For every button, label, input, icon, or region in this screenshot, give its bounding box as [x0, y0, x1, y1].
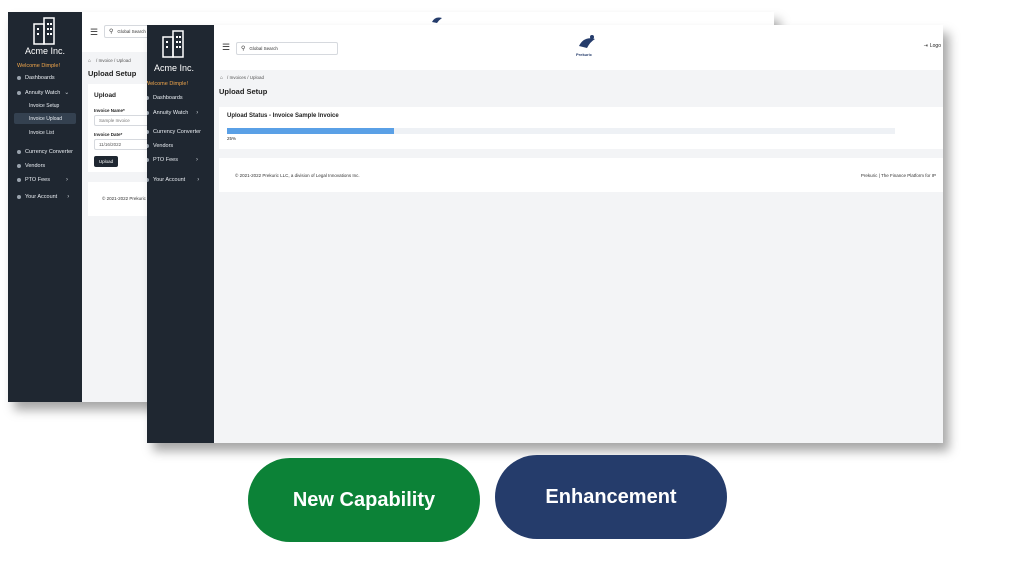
nav-invoice-setup[interactable]: Invoice Setup: [29, 103, 59, 109]
fees-icon: [147, 158, 149, 162]
footer-right-text: Prekuric | The Finance Platform for IP: [860, 173, 936, 178]
nav-dashboards[interactable]: Dashboards: [147, 95, 183, 101]
invoice-name-label: Invoice Name*: [94, 108, 125, 113]
search-input[interactable]: Global Search: [117, 29, 146, 34]
currency-icon: [147, 130, 149, 134]
building-logo-icon: [33, 17, 55, 45]
dashboard-icon: [17, 76, 21, 80]
breadcrumb: / Invoices / Upload: [227, 75, 265, 80]
home-icon: ⌂: [220, 75, 224, 81]
nav-dashboards[interactable]: Dashboards: [17, 75, 55, 81]
nav-pto-fees[interactable]: PTO Fees ›: [147, 157, 198, 163]
invoice-date-label: Invoice Date*: [94, 132, 123, 137]
new-capability-badge: New Capability: [248, 458, 480, 542]
front-window: Acme Inc. Welcome Dimple! Dashboards Ann…: [147, 25, 943, 443]
tag-icon: [17, 90, 21, 95]
account-icon: [147, 178, 149, 182]
chevron-right-icon: ›: [65, 177, 68, 183]
account-icon: [17, 195, 21, 199]
footer-text: © 2021-2022 Prekuric: [102, 196, 146, 201]
nav-annuity-watch[interactable]: Annuity Watch ›: [147, 110, 198, 116]
form-heading: Upload: [94, 92, 117, 99]
vendors-icon: [17, 164, 21, 168]
nav-annuity-watch[interactable]: Annuity Watch ⌄: [17, 89, 69, 96]
welcome-text: Welcome Dimple!: [17, 63, 60, 69]
sidebar: Acme Inc. Welcome Dimple! Dashboards Ann…: [147, 25, 214, 443]
nav-your-account[interactable]: Your Account ›: [17, 194, 69, 200]
prekuric-logo-icon: [432, 17, 442, 23]
search-input[interactable]: Global Search: [249, 46, 278, 51]
nav-your-account[interactable]: Your Account ›: [147, 177, 199, 183]
nav-invoice-upload[interactable]: Invoice Upload: [29, 116, 62, 122]
chevron-down-icon: ⌄: [64, 90, 70, 96]
vendors-icon: [147, 144, 149, 148]
menu-icon[interactable]: ☰: [222, 42, 230, 53]
currency-icon: [17, 150, 21, 154]
enhancement-badge: Enhancement: [495, 455, 727, 539]
nav-currency-converter[interactable]: Currency Converter: [147, 129, 201, 135]
footer-card: © 2021-2022 Prekuric LLC, a division of …: [219, 158, 943, 192]
menu-icon[interactable]: ☰: [90, 27, 98, 38]
home-icon: ⌂: [88, 58, 92, 64]
search-icon: ⚲: [109, 29, 114, 35]
footer-left-text: © 2021-2022 Prekuric LLC, a division of …: [235, 173, 360, 178]
upload-status-title: Upload Status - Invoice Sample Invoice: [227, 113, 339, 119]
page-title: Upload Setup: [88, 69, 137, 78]
nav-currency-converter[interactable]: Currency Converter: [17, 149, 73, 155]
upload-status-card: Upload Status - Invoice Sample Invoice 2…: [219, 107, 943, 149]
welcome-text: Welcome Dimple!: [147, 81, 188, 87]
logout-button[interactable]: ⇥ Logo: [924, 43, 941, 49]
fees-icon: [17, 178, 21, 182]
building-logo-icon: [162, 30, 184, 58]
logout-icon: ⇥: [923, 43, 928, 49]
upload-button[interactable]: Upload: [94, 156, 118, 167]
progress-label: 25%: [227, 136, 237, 141]
logo-text: Prekuric: [576, 52, 593, 57]
sidebar: Acme Inc. Welcome Dimple! Dashboards Ann…: [8, 12, 82, 402]
breadcrumb: / Invoice / Upload: [96, 58, 131, 63]
top-bar: ☰ ⚲ Global Search Prekuric ⇥ Logo: [214, 25, 943, 70]
chevron-right-icon: ›: [197, 177, 200, 183]
chevron-right-icon: ›: [196, 110, 199, 116]
nav-pto-fees[interactable]: PTO Fees ›: [17, 177, 68, 183]
search-box[interactable]: ⚲ Global Search: [236, 42, 338, 55]
brand-name: Acme Inc.: [24, 46, 65, 56]
page-title: Upload Setup: [219, 87, 268, 96]
brand-name: Acme Inc.: [153, 63, 194, 73]
dashboard-icon: [147, 96, 149, 100]
search-icon: ⚲: [241, 46, 246, 52]
chevron-right-icon: ›: [195, 157, 198, 163]
prekuric-logo-icon: [579, 35, 595, 48]
chevron-right-icon: ›: [67, 194, 70, 200]
progress-track: [227, 128, 895, 134]
nav-vendors[interactable]: Vendors: [147, 143, 173, 149]
nav-vendors[interactable]: Vendors: [17, 163, 45, 169]
tag-icon: [147, 111, 149, 115]
progress-fill: [227, 128, 394, 134]
nav-invoice-list[interactable]: Invoice List: [29, 130, 54, 136]
